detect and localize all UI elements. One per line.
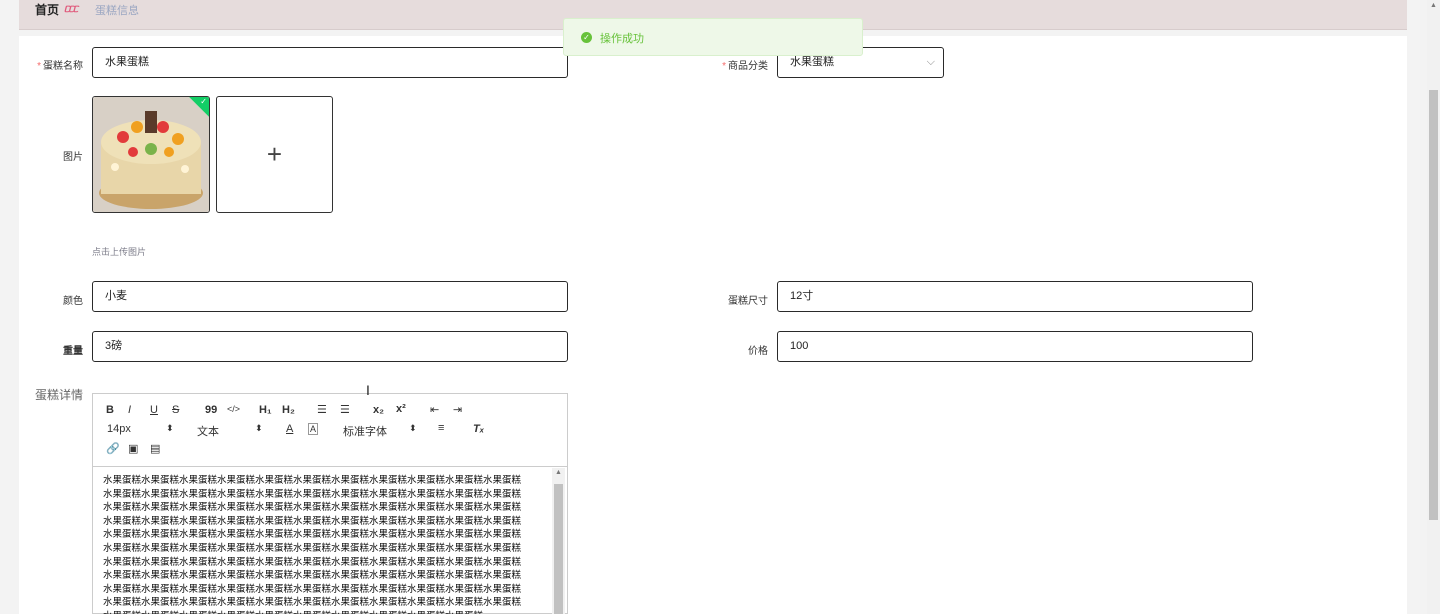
outdent-icon[interactable]: ⇤ [430,403,439,416]
image-label: 图片 [63,152,83,163]
detail-label: 蛋糕详情 [34,388,83,402]
text-style-chevron-icon: ⬍ [255,423,263,433]
video-icon[interactable]: ▤ [150,442,160,455]
page-scrollbar[interactable]: ▲ [1427,0,1440,614]
font-size-select[interactable]: 14px [107,423,131,435]
heading2-button[interactable]: H₂ [282,404,295,416]
superscript-button[interactable]: x² [396,403,406,415]
heading1-button[interactable]: H₁ [259,404,272,416]
blockquote-button[interactable]: 99 [205,404,217,416]
font-color-icon[interactable]: A [286,423,293,435]
link-icon[interactable]: 🔗 [106,442,120,455]
breadcrumb-current: 蛋糕信息 [95,5,139,17]
editor-scrollbar[interactable]: ▲ [552,468,565,614]
weight-label: 重量 [63,346,83,357]
success-check-icon: ✓ [581,32,592,43]
weight-input[interactable]: 3磅 [92,331,568,362]
underline-button[interactable]: U [150,404,158,416]
cake-name-input[interactable]: 水果蛋糕 [92,47,568,78]
text-cursor-icon: I [366,382,370,398]
italic-button[interactable]: I [128,404,131,416]
size-input[interactable]: 12寸 [777,281,1253,312]
upload-image-button[interactable]: + [216,96,333,213]
chevron-down-icon: ⌵ [926,56,935,68]
check-icon: ✓ [200,97,207,106]
toast-message: 操作成功 [600,33,644,45]
editor-content[interactable]: 水果蛋糕水果蛋糕水果蛋糕水果蛋糕水果蛋糕水果蛋糕水果蛋糕水果蛋糕水果蛋糕水果蛋糕… [103,474,529,614]
font-family-chevron-icon: ⬍ [409,423,417,433]
cake-name-label: * 蛋糕名称 [37,61,83,72]
indent-icon[interactable]: ⇥ [453,403,462,416]
upload-hint: 点击上传图片 [92,247,147,257]
page-scrollbar-thumb[interactable] [1429,90,1438,520]
price-label: 价格 [748,346,768,357]
category-select-value: 水果蛋糕 [790,56,834,68]
cake-photo [93,97,209,212]
rich-text-editor: B I U S 99 </> H₁ H₂ ☰ ☰ x₂ x² ⇤ ⇥ 14px … [92,393,568,614]
size-label: 蛋糕尺寸 [728,296,768,307]
text-style-select[interactable]: 文本 [197,423,219,439]
breadcrumb-home[interactable]: 首页 [35,1,59,18]
background-color-icon[interactable]: A [308,423,319,435]
color-label: 颜色 [63,296,83,307]
editor-scrollbar-thumb[interactable] [554,484,563,614]
image-icon[interactable]: ▣ [128,442,138,455]
font-size-chevron-icon: ⬍ [166,423,174,433]
editor-toolbar: B I U S 99 </> H₁ H₂ ☰ ☰ x₂ x² ⇤ ⇥ 14px … [93,394,567,467]
color-input[interactable]: 小麦 [92,281,568,312]
success-toast: ✓ 操作成功 [563,18,863,56]
bullet-list-icon[interactable]: ☰ [340,403,350,416]
cake-image-thumbnail[interactable]: ✓ [92,96,210,213]
clear-format-button[interactable]: Tₓ [473,423,484,435]
price-input[interactable]: 100 [777,331,1253,362]
font-family-select[interactable]: 标准字体 [343,423,387,439]
category-label: * 商品分类 [722,61,768,72]
scroll-up-icon[interactable]: ▲ [1430,2,1437,9]
strikethrough-button[interactable]: S [172,404,179,416]
plus-icon: + [266,139,283,169]
code-block-button[interactable]: </> [227,404,240,414]
ordered-list-icon[interactable]: ☰ [317,403,327,416]
align-icon[interactable]: ≡ [438,422,444,434]
subscript-button[interactable]: x₂ [373,404,384,416]
breadcrumb-separator: ᥴᥴᥴ [64,3,78,15]
bold-button[interactable]: B [106,404,114,416]
scroll-up-icon[interactable]: ▲ [555,469,562,476]
